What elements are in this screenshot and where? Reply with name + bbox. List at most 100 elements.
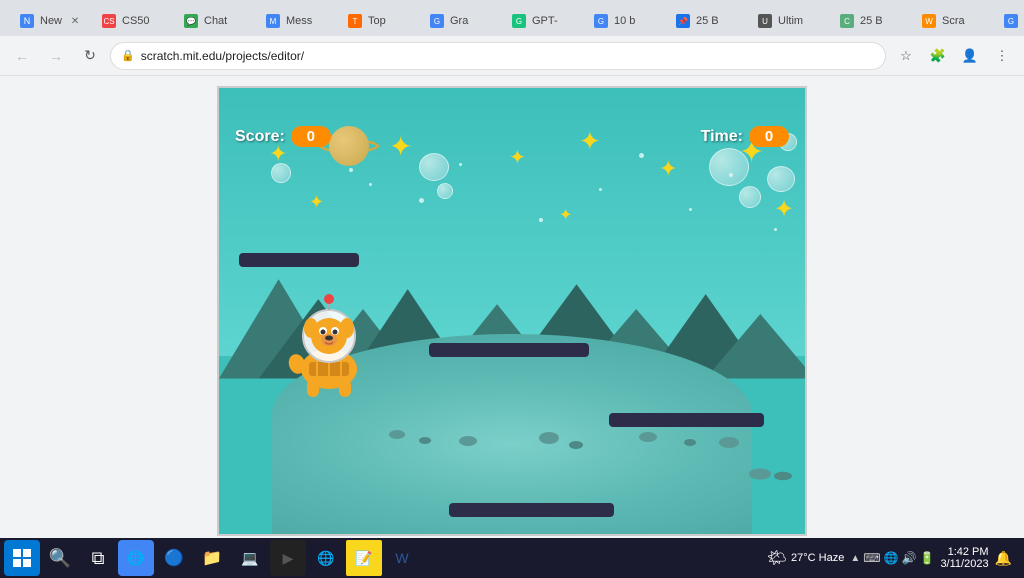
- time-display: 1:42 PM: [940, 546, 988, 558]
- main-content: ⛶ ✦ ✦ ✦ ✦ ✦: [0, 76, 1024, 538]
- taskbar-sticky[interactable]: 📝: [346, 540, 382, 576]
- score-label: Score:: [235, 128, 285, 146]
- rock-bottom-1: [749, 468, 771, 479]
- clock: 1:42 PM 3/11/2023: [940, 546, 988, 570]
- tab-icon-new: N: [20, 14, 34, 28]
- rock-5: [719, 437, 739, 448]
- tab-icon-chat: 💬: [184, 14, 198, 28]
- fullscreen-button[interactable]: ⛶: [779, 76, 807, 78]
- bubble-5: [739, 186, 761, 208]
- tab-icon-gra: G: [430, 14, 444, 28]
- tab-chat[interactable]: 💬 Chat: [172, 6, 252, 36]
- score-value: 0: [291, 126, 331, 147]
- dot-8: [689, 208, 692, 211]
- hud: Score: 0 Time: 0: [219, 126, 805, 147]
- game-canvas: ✦ ✦ ✦ ✦ ✦ ✦ ✦ ✦ ✦: [217, 86, 807, 536]
- battery-icon[interactable]: 🔋: [919, 551, 934, 565]
- tab-bar: N New ✕ CS CS50 💬 Chat M Mess T Top G Gr…: [0, 0, 1024, 36]
- taskbar-files[interactable]: 📁: [194, 540, 230, 576]
- dot-1: [349, 168, 353, 172]
- tab-close-new[interactable]: ✕: [68, 14, 82, 28]
- dot-7: [639, 153, 644, 158]
- rock-2: [569, 441, 583, 449]
- forward-button[interactable]: →: [42, 42, 70, 70]
- weather-icon: 🌤: [767, 548, 787, 568]
- task-view-button[interactable]: ⧉: [80, 540, 116, 576]
- tab-icon-10b: G: [594, 14, 608, 28]
- network-icon[interactable]: 🌐: [884, 551, 899, 565]
- extensions-button[interactable]: 🧩: [924, 42, 952, 70]
- bookmark-button[interactable]: ☆: [892, 42, 920, 70]
- taskbar-vscode[interactable]: 💻: [232, 540, 268, 576]
- dog-svg: [279, 284, 379, 404]
- star-7: ✦: [309, 193, 324, 211]
- tab-icon-mess: M: [266, 14, 280, 28]
- tab-apps[interactable]: G apps: [992, 6, 1024, 36]
- up-arrow-icon[interactable]: ▲: [850, 553, 860, 564]
- rock-7: [419, 437, 431, 444]
- address-bar: ← → ↻ 🔒 scratch.mit.edu/projects/editor/…: [0, 36, 1024, 76]
- tab-top[interactable]: T Top: [336, 6, 416, 36]
- platform-middle: [429, 343, 589, 357]
- notification-button[interactable]: 🔔: [995, 550, 1012, 567]
- rock-1: [539, 432, 559, 444]
- bubble-4: [709, 148, 749, 186]
- system-icons: ▲ ⌨ 🌐 🔊 🔋: [850, 551, 934, 565]
- star-8: ✦: [559, 208, 572, 224]
- refresh-button[interactable]: ↻: [76, 42, 104, 70]
- star-9: ✦: [774, 198, 794, 222]
- url-bar[interactable]: 🔒 scratch.mit.edu/projects/editor/: [110, 42, 886, 70]
- tab-icon-25b1: 📌: [676, 14, 690, 28]
- tab-scra[interactable]: W Scra: [910, 6, 990, 36]
- profile-button[interactable]: 👤: [956, 42, 984, 70]
- menu-button[interactable]: ⋮: [988, 42, 1016, 70]
- tab-25b1[interactable]: 📌 25 B: [664, 6, 744, 36]
- tab-mess[interactable]: M Mess: [254, 6, 334, 36]
- bubble-2: [419, 153, 449, 181]
- tab-25b2[interactable]: C 25 B: [828, 6, 908, 36]
- platform-right: [609, 413, 764, 427]
- tab-new[interactable]: N New ✕: [8, 6, 88, 36]
- dot-4: [459, 163, 462, 166]
- taskbar-chrome[interactable]: 🌐: [118, 540, 154, 576]
- tab-gra[interactable]: G Gra: [418, 6, 498, 36]
- start-button[interactable]: [4, 540, 40, 576]
- weather-display: 🌤 27°C Haze: [767, 548, 845, 568]
- dot-2: [369, 183, 372, 186]
- rock-6: [389, 430, 405, 439]
- dog-character: [279, 284, 379, 404]
- star-5: ✦: [659, 158, 677, 180]
- windows-icon: [13, 549, 31, 567]
- tab-cs[interactable]: CS CS50: [90, 6, 170, 36]
- rock-8: [459, 436, 477, 446]
- tab-icon-gpt: G: [512, 14, 526, 28]
- taskbar-word[interactable]: W: [384, 540, 420, 576]
- taskbar-edge[interactable]: 🔵: [156, 540, 192, 576]
- url-text: scratch.mit.edu/projects/editor/: [141, 49, 304, 63]
- star-3: ✦: [509, 148, 526, 168]
- volume-icon[interactable]: 🔊: [902, 551, 917, 565]
- tab-icon-apps: G: [1004, 14, 1018, 28]
- tab-10b[interactable]: G 10 b: [582, 6, 662, 36]
- dot-5: [539, 218, 543, 222]
- system-tray: 🌤 27°C Haze ▲ ⌨ 🌐 🔊 🔋 1:42 PM 3/11/2023 …: [767, 546, 1020, 570]
- search-button[interactable]: 🔍: [42, 540, 78, 576]
- rock-bottom-2: [774, 472, 792, 480]
- platform-bottom: [449, 503, 614, 517]
- tab-gpt[interactable]: G GPT-: [500, 6, 580, 36]
- back-button[interactable]: ←: [8, 42, 36, 70]
- bubble-1: [271, 163, 291, 183]
- browser-window: N New ✕ CS CS50 💬 Chat M Mess T Top G Gr…: [0, 0, 1024, 578]
- dot-10: [774, 228, 777, 231]
- dot-6: [599, 188, 602, 191]
- dot-3: [419, 198, 424, 203]
- tab-ultim[interactable]: U Ultim: [746, 6, 826, 36]
- keyboard-icon[interactable]: ⌨: [863, 551, 880, 565]
- taskbar-terminal[interactable]: ▶: [270, 540, 306, 576]
- rock-4: [684, 439, 696, 446]
- taskbar-chrome2[interactable]: 🌐: [308, 540, 344, 576]
- scratch-editor-area: ⛶ ✦ ✦ ✦ ✦ ✦: [217, 86, 807, 536]
- weather-text: 27°C Haze: [791, 552, 844, 564]
- taskbar: 🔍 ⧉ 🌐 🔵 📁 💻 ▶ 🌐 📝 W 🌤 27°C Haze ▲ ⌨ 🌐 🔊: [0, 538, 1024, 578]
- date-display: 3/11/2023: [940, 558, 988, 570]
